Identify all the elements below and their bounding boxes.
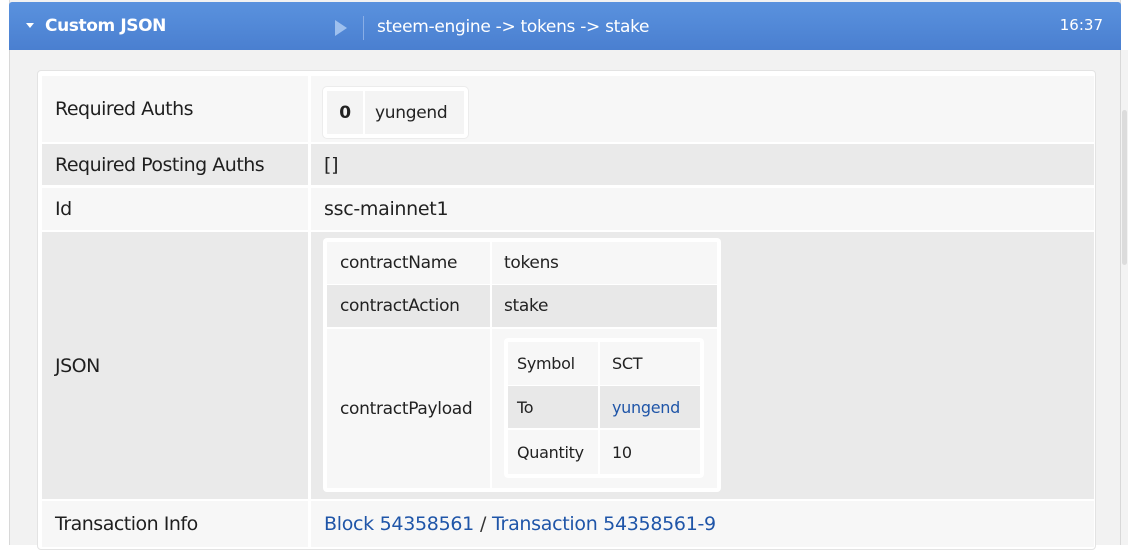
- row-value: ssc-mainnet1: [311, 188, 1094, 230]
- operation-path: steem-engine -> tokens -> stake: [377, 17, 650, 37]
- payload-value: yungend: [600, 386, 700, 428]
- operation-header[interactable]: Custom JSON steem-engine -> tokens -> st…: [9, 2, 1121, 50]
- transaction-link[interactable]: Transaction 54358561-9: [492, 513, 716, 535]
- row-json: JSON contractName tokens contractAction …: [42, 232, 1094, 499]
- json-row-contract-name: contractName tokens: [327, 242, 717, 284]
- auth-name: yungend: [365, 91, 464, 134]
- json-table: contractName tokens contractAction stake…: [323, 238, 721, 492]
- caret-down-icon[interactable]: [26, 23, 34, 28]
- auth-index: 0: [327, 91, 363, 134]
- operation-title: Custom JSON: [45, 16, 166, 36]
- scrollbar-thumb[interactable]: [1122, 110, 1127, 265]
- row-id: Id ssc-mainnet1: [42, 188, 1094, 230]
- payload-key: To: [508, 386, 598, 428]
- payload-key: Quantity: [508, 430, 598, 474]
- json-key: contractName: [327, 242, 490, 284]
- payload-table: Symbol SCT To yungend Quantity 10: [504, 338, 704, 478]
- block-link[interactable]: Block 54358561: [324, 513, 474, 535]
- json-value: tokens: [492, 242, 717, 284]
- operation-details-card: Required Auths 0 yungend Required Postin…: [37, 70, 1096, 550]
- auth-list: 0 yungend: [323, 87, 468, 138]
- json-value: stake: [492, 285, 717, 327]
- row-label: Required Auths: [42, 76, 308, 142]
- link-separator: /: [479, 513, 487, 535]
- row-label: Required Posting Auths: [42, 144, 308, 185]
- row-value: []: [311, 144, 1094, 185]
- row-value: Block 54358561 / Transaction 54358561-9: [311, 501, 1094, 547]
- json-row-contract-payload: contractPayload Symbol SCT To yungend Qu…: [327, 329, 717, 488]
- json-row-contract-action: contractAction stake: [327, 285, 717, 327]
- payload-row-symbol: Symbol SCT: [508, 342, 700, 385]
- play-icon[interactable]: [335, 20, 347, 36]
- row-label: Id: [42, 188, 308, 230]
- json-key: contractPayload: [327, 329, 490, 488]
- payload-value: 10: [600, 430, 700, 474]
- json-value: Symbol SCT To yungend Quantity 10: [492, 329, 717, 488]
- account-link[interactable]: yungend: [612, 398, 680, 417]
- row-value: 0 yungend: [311, 76, 1094, 142]
- row-required-auths: Required Auths 0 yungend: [42, 76, 1094, 142]
- payload-row-quantity: Quantity 10: [508, 430, 700, 474]
- row-label: Transaction Info: [42, 501, 308, 547]
- scrollbar[interactable]: [1121, 50, 1128, 545]
- row-required-posting-auths: Required Posting Auths []: [42, 144, 1094, 185]
- operation-time: 16:37: [1059, 16, 1103, 34]
- json-key: contractAction: [327, 285, 490, 327]
- payload-key: Symbol: [508, 342, 598, 385]
- row-value: contractName tokens contractAction stake…: [311, 232, 1094, 499]
- row-transaction-info: Transaction Info Block 54358561 / Transa…: [42, 501, 1094, 547]
- payload-row-to: To yungend: [508, 386, 700, 428]
- row-label: JSON: [42, 232, 308, 499]
- payload-value: SCT: [600, 342, 700, 385]
- header-divider: [363, 16, 364, 40]
